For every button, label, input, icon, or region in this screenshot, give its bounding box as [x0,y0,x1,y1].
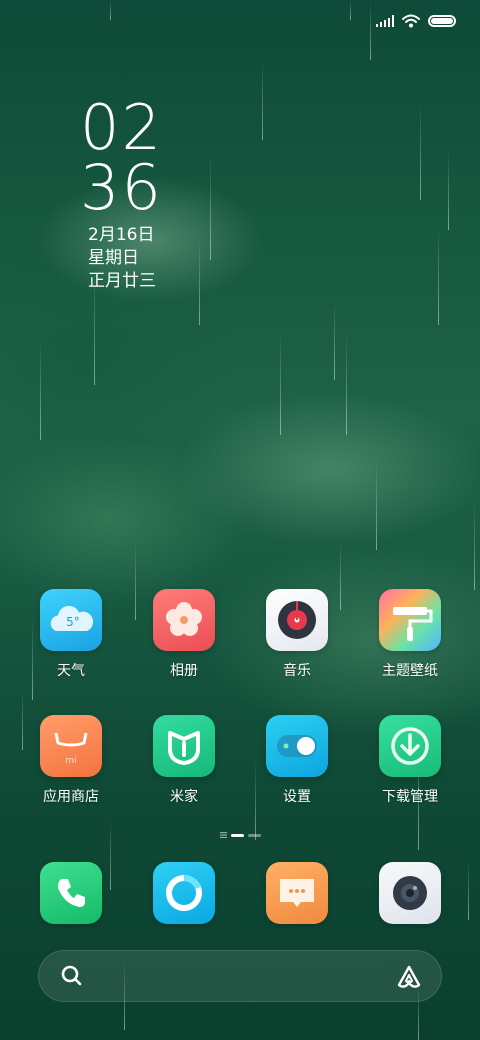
assistant-icon[interactable] [395,963,423,991]
battery-icon [428,15,456,27]
weather-temp: 5° [66,615,80,629]
search-bar[interactable] [38,950,442,1002]
dock-camera[interactable] [360,862,460,924]
weather-icon: 5° [40,589,102,651]
page-dot-active [231,833,244,837]
mi-brand: mi [65,756,76,766]
messages-icon [266,862,328,924]
date-label: 2月16日 [88,225,155,245]
app-gallery[interactable]: 相册 [134,589,234,680]
clock-minute: 36 [80,151,163,224]
app-downloads[interactable]: 下载管理 [360,715,460,806]
app-label: 设置 [283,789,311,805]
app-label: 天气 [57,663,85,679]
app-label: 米家 [170,789,198,805]
app-settings[interactable]: 设置 [247,715,347,806]
app-label: 主题壁纸 [382,663,438,679]
app-label: 相册 [170,663,198,679]
page-dot [248,833,261,837]
app-themes[interactable]: 主题壁纸 [360,589,460,680]
app-store-icon: mi [40,715,102,777]
app-weather[interactable]: 5° 天气 [21,589,121,680]
search-input[interactable] [99,961,383,993]
app-label: 应用商店 [43,789,99,805]
browser-icon [153,862,215,924]
wifi-icon [402,14,420,28]
clock-widget[interactable]: 02 36 2月16日 星期日 正月廿三 [80,91,163,293]
menu-lines-icon [220,832,227,838]
app-mi-home[interactable]: 米家 [134,715,234,806]
download-icon [379,715,441,777]
app-music[interactable]: 音乐 [247,589,347,680]
music-icon [266,589,328,651]
weekday-label: 星期日 [88,248,139,268]
search-icon[interactable] [59,963,85,989]
lunar-date-label: 正月廿三 [88,271,156,291]
phone-icon [40,862,102,924]
app-store[interactable]: mi 应用商店 [21,715,121,806]
mi-home-icon [153,715,215,777]
dock-messages[interactable] [247,862,347,924]
camera-icon [379,862,441,924]
app-label: 音乐 [283,663,311,679]
app-label: 下载管理 [382,789,438,805]
dock-browser[interactable] [134,862,234,924]
dock-phone[interactable] [21,862,121,924]
status-bar [376,12,456,30]
gallery-icon [153,589,215,651]
page-indicator[interactable] [220,832,261,838]
signal-icon [376,15,394,27]
settings-toggle-icon [266,715,328,777]
themes-icon [379,589,441,651]
clock-hour: 02 [80,91,163,164]
